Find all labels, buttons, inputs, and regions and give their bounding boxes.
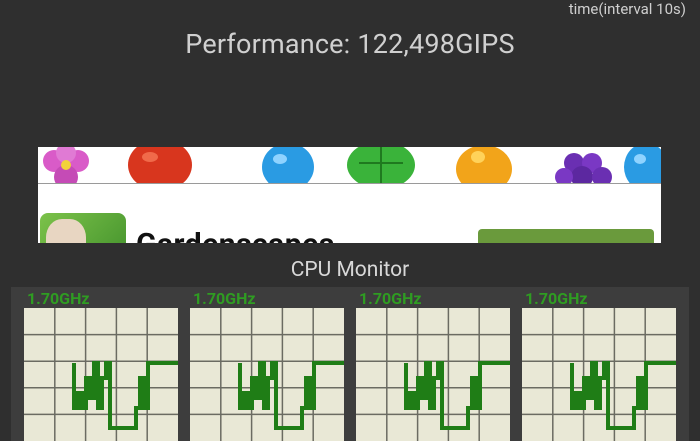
interval-note: time(interval 10s) [568, 0, 686, 18]
cpu-core-graph [356, 308, 510, 441]
cpu-core-4: 1.70GHz [509, 287, 676, 441]
cpu-usage-trace [404, 361, 510, 430]
ad-fruit-strip [43, 147, 661, 183]
cpu-usage-trace [238, 361, 344, 430]
cpu-core-frequency: 1.70GHz [27, 289, 90, 308]
ad-character-icon [46, 219, 86, 243]
ad-install-button[interactable] [478, 229, 654, 243]
cpu-core-2: 1.70GHz [177, 287, 344, 441]
cpu-core-3: 1.70GHz [343, 287, 510, 441]
cpu-core-graph [522, 308, 676, 441]
cpu-usage-trace [72, 361, 178, 430]
cpu-core-graph [190, 308, 344, 441]
cpu-monitor-panel: 1.70GHz 1.70GHz 1.70GHz 1.70GHz [11, 287, 689, 441]
cpu-core-frequency: 1.70GHz [359, 289, 422, 308]
ad-app-icon[interactable] [40, 213, 126, 243]
cpu-core-1: 1.70GHz [11, 287, 178, 441]
cpu-usage-trace [570, 361, 676, 430]
performance-readout: Performance: 122,498GIPS [185, 28, 515, 60]
cpu-monitor-title: CPU Monitor [290, 258, 410, 282]
ad-banner[interactable]: Gardenscapes [38, 147, 661, 243]
cpu-core-graph [24, 308, 178, 441]
ad-divider [38, 183, 661, 184]
ad-app-title[interactable]: Gardenscapes [136, 227, 335, 243]
cpu-core-frequency: 1.70GHz [193, 289, 256, 308]
cpu-core-frequency: 1.70GHz [525, 289, 588, 308]
